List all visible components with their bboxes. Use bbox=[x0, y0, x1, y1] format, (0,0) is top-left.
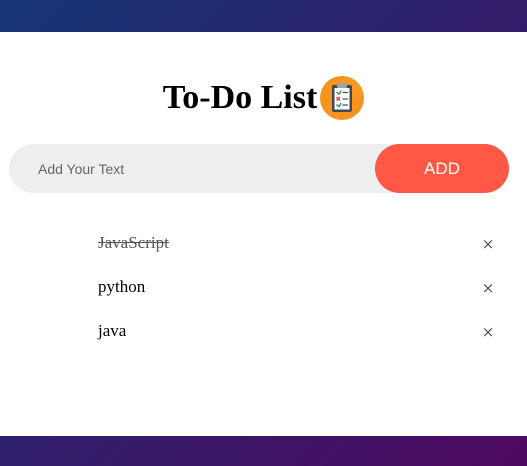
list-item[interactable]: JavaScript × bbox=[0, 224, 527, 268]
clipboard-checklist-icon bbox=[320, 76, 365, 120]
task-text[interactable]: python bbox=[98, 277, 145, 297]
close-icon[interactable]: × bbox=[480, 235, 496, 253]
task-text[interactable]: JavaScript bbox=[98, 233, 169, 253]
task-input-row: ADD bbox=[9, 144, 509, 193]
todo-card: To-Do List ADD J bbox=[0, 32, 527, 436]
close-icon[interactable]: × bbox=[480, 279, 496, 297]
add-button[interactable]: ADD bbox=[375, 144, 509, 193]
task-input[interactable] bbox=[9, 144, 375, 193]
header: To-Do List bbox=[0, 76, 527, 120]
task-list: JavaScript × python × java × bbox=[0, 224, 527, 356]
page-title: To-Do List bbox=[162, 79, 318, 116]
close-icon[interactable]: × bbox=[480, 323, 496, 341]
list-item[interactable]: java × bbox=[0, 312, 527, 356]
list-item[interactable]: python × bbox=[0, 268, 527, 312]
task-text[interactable]: java bbox=[98, 321, 126, 341]
